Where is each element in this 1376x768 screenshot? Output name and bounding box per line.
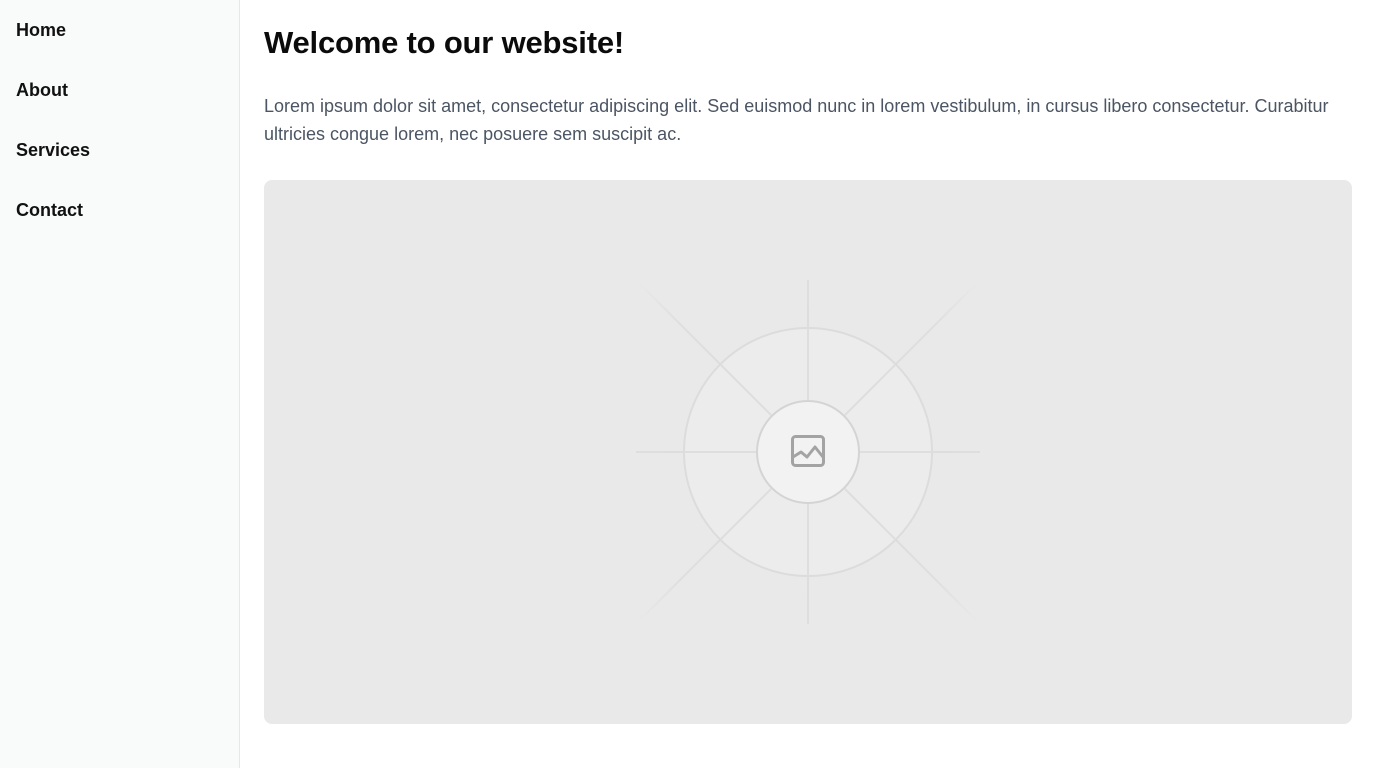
- sidebar-item-contact[interactable]: Contact: [0, 180, 239, 240]
- page-title: Welcome to our website!: [264, 25, 624, 60]
- image-placeholder-graphic: [636, 280, 980, 624]
- sidebar-nav: Home About Services Contact: [0, 0, 239, 240]
- page-layout: Home About Services Contact Welcome to o…: [0, 0, 1376, 768]
- intro-paragraph: Lorem ipsum dolor sit amet, consectetur …: [264, 96, 1329, 144]
- inner-circle: [756, 400, 860, 504]
- sidebar: Home About Services Contact: [0, 0, 240, 768]
- main-content: Welcome to our website! Lorem ipsum dolo…: [240, 0, 1376, 768]
- sidebar-item-about[interactable]: About: [0, 60, 239, 120]
- sidebar-item-services[interactable]: Services: [0, 120, 239, 180]
- sidebar-item-home[interactable]: Home: [0, 0, 239, 60]
- hero-image-placeholder: [264, 180, 1352, 724]
